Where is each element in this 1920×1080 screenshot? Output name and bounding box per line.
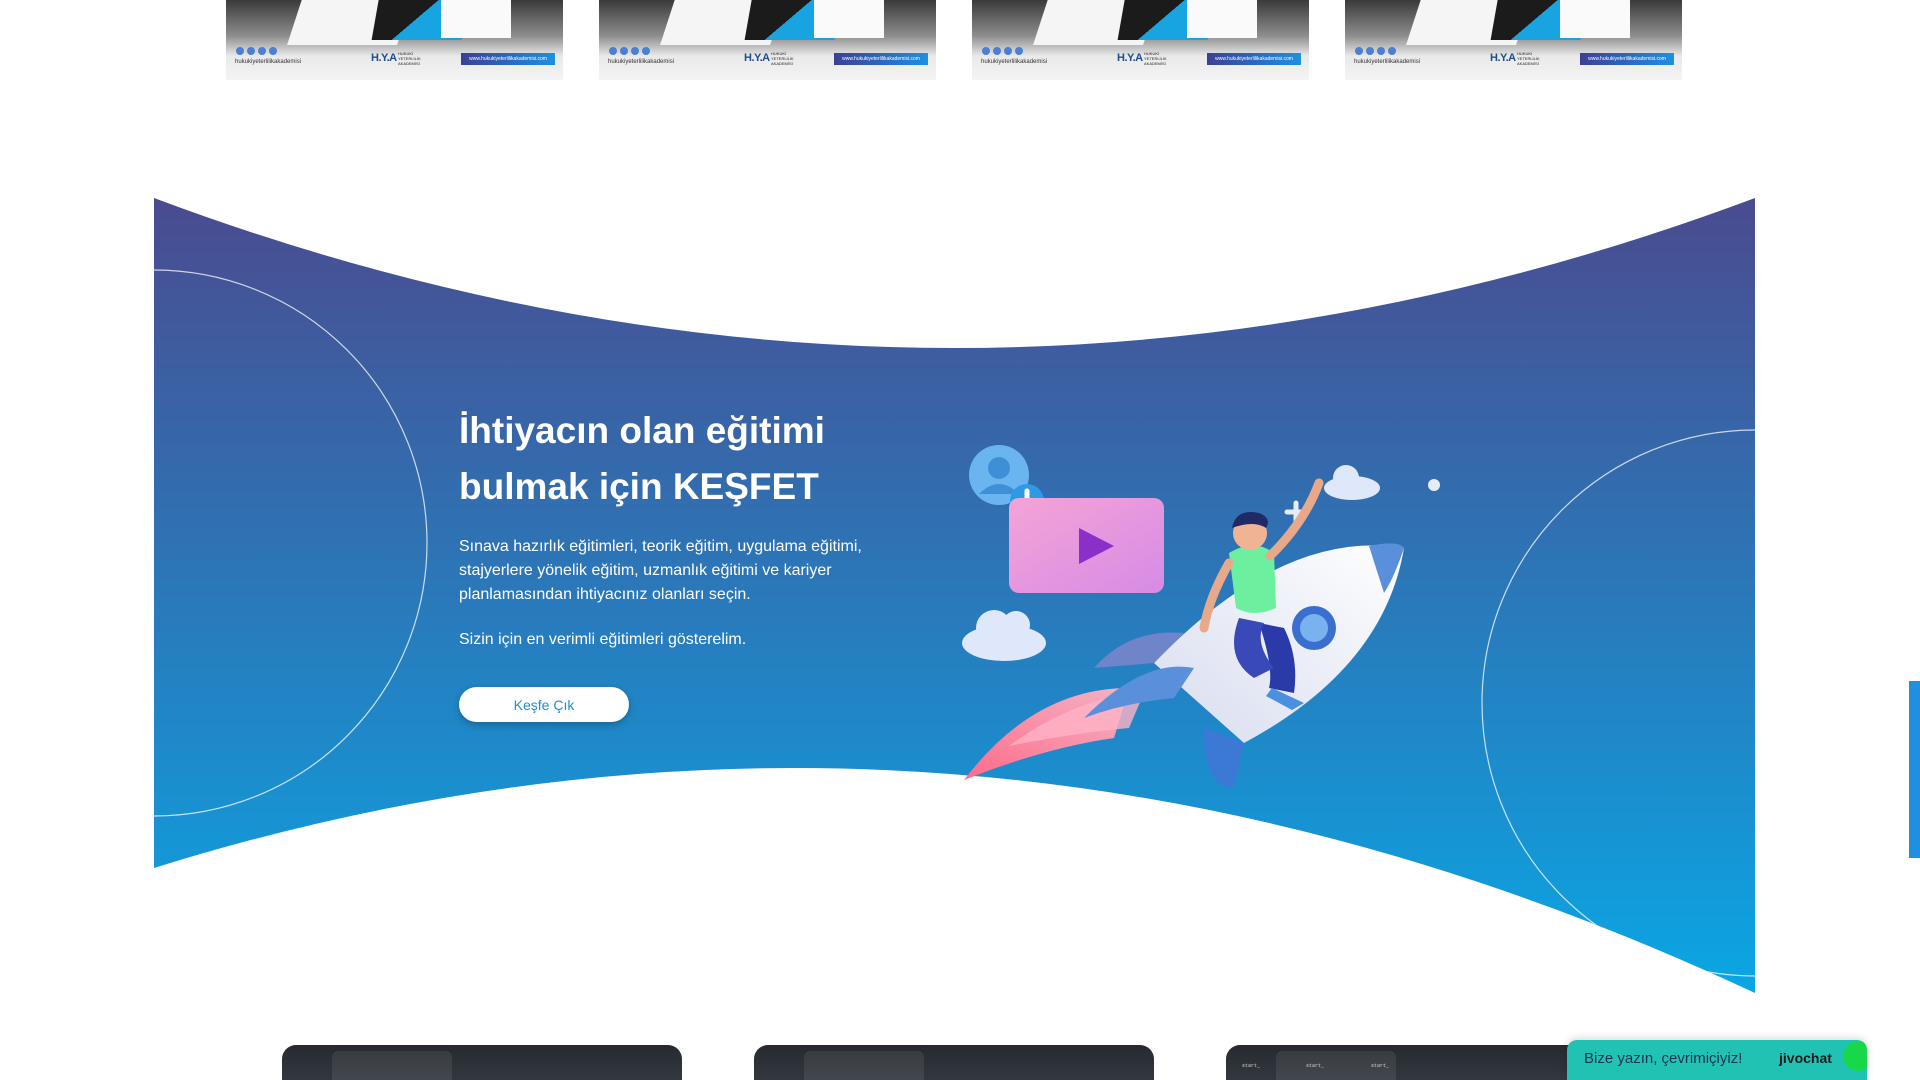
product-logo: H.Y.A xyxy=(371,52,397,64)
linkedin-icon xyxy=(1388,47,1396,55)
linkedin-icon xyxy=(642,47,650,55)
hero-title-line-1: İhtiyacın olan eğitimi xyxy=(459,410,825,451)
cloud-icon xyxy=(962,610,1046,661)
product-url: www.hukukiyeterlilikakademisi.com xyxy=(834,53,928,65)
product-box-shape xyxy=(1187,0,1257,38)
instagram-icon xyxy=(236,47,244,55)
product-logo-sub: HUKUKİ YETERLİLİK AKADEMİSİ xyxy=(1517,51,1540,66)
sparkle-dot xyxy=(1428,479,1440,491)
instagram-icon xyxy=(982,47,990,55)
product-handle: hukukiyeterlilikakademisi xyxy=(235,59,302,65)
product-logo-sub: HUKUKİ YETERLİLİK AKADEMİSİ xyxy=(398,51,421,66)
product-url: www.hukukiyeterlilikakademisi.com xyxy=(1207,53,1301,65)
cloud-icon xyxy=(1324,465,1380,500)
video-command-text: start_ xyxy=(1371,1063,1390,1069)
product-logo-sub: HUKUKİ YETERLİLİK AKADEMİSİ xyxy=(771,51,794,66)
product-box-shape xyxy=(1560,0,1630,38)
video-thumbnail-shade xyxy=(332,1051,452,1080)
social-icons xyxy=(1355,47,1396,55)
chat-brand-logo: jivochat xyxy=(1779,1050,1832,1066)
video-play-icon xyxy=(1009,498,1164,593)
instagram-icon xyxy=(609,47,617,55)
product-handle: hukukiyeterlilikakademisi xyxy=(981,59,1048,65)
product-logo: H.Y.A xyxy=(1117,52,1143,64)
social-icons xyxy=(609,47,650,55)
instagram-icon xyxy=(1355,47,1363,55)
product-logo: H.Y.A xyxy=(744,52,770,64)
youtube-icon xyxy=(1377,47,1385,55)
rocket-boy-illustration xyxy=(962,445,1440,788)
linkedin-icon xyxy=(1015,47,1023,55)
social-icons xyxy=(236,47,277,55)
chat-online-icon xyxy=(1843,1041,1867,1071)
twitter-icon xyxy=(247,47,255,55)
youtube-icon xyxy=(631,47,639,55)
chat-prompt: Bize yazın, çevrimiçiyiz! xyxy=(1584,1050,1743,1067)
twitter-icon xyxy=(1366,47,1374,55)
video-card-1[interactable] xyxy=(282,1045,682,1080)
youtube-icon xyxy=(1004,47,1012,55)
product-card-4[interactable]: hukukiyeterlilikakademisi H.Y.A HUKUKİ Y… xyxy=(1345,0,1682,80)
side-scroll-tab[interactable] xyxy=(1909,681,1920,858)
product-url: www.hukukiyeterlilikakademisi.com xyxy=(1580,53,1674,65)
product-box-shape xyxy=(441,0,511,38)
linkedin-icon xyxy=(269,47,277,55)
hero-description-secondary: Sizin için en verimli eğitimleri göstere… xyxy=(459,631,747,648)
hero-title: İhtiyacın olan eğitimi bulmak için KEŞFE… xyxy=(459,403,899,515)
video-thumbnail-shade xyxy=(804,1051,924,1080)
explore-button[interactable]: Keşfe Çık xyxy=(459,687,629,722)
product-logo: H.Y.A xyxy=(1490,52,1516,64)
chat-widget[interactable]: Bize yazın, çevrimiçiyiz! jivochat xyxy=(1567,1040,1867,1080)
social-icons xyxy=(982,47,1023,55)
twitter-icon xyxy=(993,47,1001,55)
video-command-text: start_ xyxy=(1242,1063,1261,1069)
product-url: www.hukukiyeterlilikakademisi.com xyxy=(461,53,555,65)
product-card-1[interactable]: hukukiyeterlilikakademisi H.Y.A HUKUKİ Y… xyxy=(226,0,563,80)
hero-banner: İhtiyacın olan eğitimi bulmak için KEŞFE… xyxy=(154,198,1755,993)
product-card-3[interactable]: hukukiyeterlilikakademisi H.Y.A HUKUKİ Y… xyxy=(972,0,1309,80)
product-logo-sub: HUKUKİ YETERLİLİK AKADEMİSİ xyxy=(1144,51,1167,66)
video-command-text: start_ xyxy=(1306,1063,1325,1069)
video-card-3[interactable]: start_ start_ start_ xyxy=(1226,1045,1626,1080)
video-card-2[interactable] xyxy=(754,1045,1154,1080)
product-handle: hukukiyeterlilikakademisi xyxy=(608,59,675,65)
hero-description: Sınava hazırlık eğitimleri, teorik eğiti… xyxy=(459,538,862,603)
hero-title-line-2: bulmak için KEŞFET xyxy=(459,466,819,507)
twitter-icon xyxy=(620,47,628,55)
product-handle: hukukiyeterlilikakademisi xyxy=(1354,59,1421,65)
product-card-2[interactable]: hukukiyeterlilikakademisi H.Y.A HUKUKİ Y… xyxy=(599,0,936,80)
product-box-shape xyxy=(814,0,884,38)
youtube-icon xyxy=(258,47,266,55)
